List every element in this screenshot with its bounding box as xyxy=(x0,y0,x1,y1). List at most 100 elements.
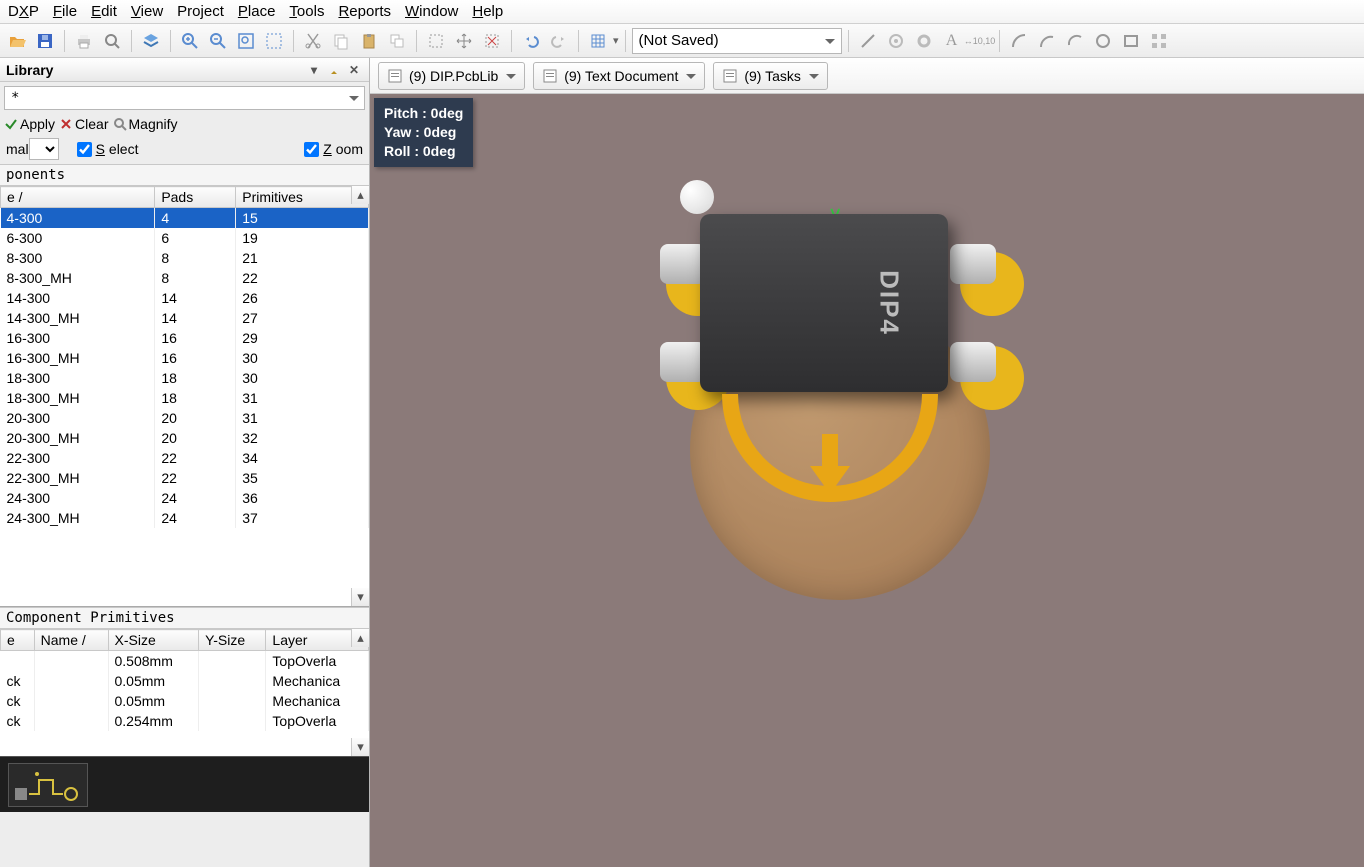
arc1-icon[interactable] xyxy=(1006,28,1032,54)
footprint-thumbnail[interactable] xyxy=(8,763,88,807)
prim-scroll-down-icon[interactable]: ▾ xyxy=(351,738,369,756)
undo-icon[interactable] xyxy=(518,28,544,54)
table-row[interactable]: 0.508mmTopOverla xyxy=(1,651,369,672)
table-row[interactable]: ck0.254mmTopOverla xyxy=(1,711,369,731)
copy-icon[interactable] xyxy=(328,28,354,54)
paste-icon[interactable] xyxy=(356,28,382,54)
chip-body[interactable]: DIP4 xyxy=(700,214,948,392)
rect-tool-icon[interactable] xyxy=(1118,28,1144,54)
panel-dropdown-icon[interactable]: ▾ xyxy=(305,61,323,79)
3d-canvas[interactable]: Pitch : 0deg Yaw : 0deg Roll : 0deg ˅ DI… xyxy=(370,94,1364,867)
layers-icon[interactable] xyxy=(138,28,164,54)
table-row[interactable]: 22-300_MH2235 xyxy=(1,468,369,488)
print-icon[interactable] xyxy=(71,28,97,54)
deselect-icon[interactable] xyxy=(479,28,505,54)
table-row[interactable]: 14-3001426 xyxy=(1,288,369,308)
move-icon[interactable] xyxy=(451,28,477,54)
clear-button[interactable]: Clear xyxy=(59,116,108,132)
document-tab-label: (9) DIP.PcbLib xyxy=(409,68,498,84)
mode-select[interactable] xyxy=(29,138,59,160)
column-header[interactable]: Y-Size xyxy=(199,630,266,651)
text-tool-icon[interactable]: A xyxy=(939,28,965,54)
apply-label: Apply xyxy=(20,116,55,132)
magnify-button[interactable]: Magnify xyxy=(113,116,178,132)
panel-close-icon[interactable]: ✕ xyxy=(345,61,363,79)
chip-leg xyxy=(950,244,996,284)
options-row: mal Select Zoom xyxy=(0,134,369,164)
open-icon[interactable] xyxy=(4,28,30,54)
apply-button[interactable]: Apply xyxy=(4,116,55,132)
menu-view[interactable]: View xyxy=(131,3,163,20)
column-header[interactable]: Name / xyxy=(34,630,108,651)
scroll-down-icon[interactable]: ▾ xyxy=(351,588,369,606)
table-row[interactable]: 8-300_MH822 xyxy=(1,268,369,288)
table-row[interactable]: 24-300_MH2437 xyxy=(1,508,369,528)
text-icon xyxy=(542,68,558,84)
table-row[interactable]: 16-3001629 xyxy=(1,328,369,348)
menu-project[interactable]: Project xyxy=(177,3,224,20)
menu-window[interactable]: Window xyxy=(405,3,458,20)
cut-icon[interactable] xyxy=(300,28,326,54)
mask-input[interactable] xyxy=(4,86,365,110)
via-tool-icon[interactable] xyxy=(911,28,937,54)
column-header[interactable]: Primitives xyxy=(236,187,369,208)
duplicate-icon[interactable] xyxy=(384,28,410,54)
zoom-checkbox[interactable]: Zoom xyxy=(304,141,363,157)
table-row[interactable]: 20-3002031 xyxy=(1,408,369,428)
redo-icon[interactable] xyxy=(546,28,572,54)
table-row[interactable]: 14-300_MH1427 xyxy=(1,308,369,328)
menu-reports[interactable]: Reports xyxy=(338,3,391,20)
magnify-label: Magnify xyxy=(129,116,178,132)
column-header[interactable]: e xyxy=(1,630,35,651)
column-header[interactable]: Pads xyxy=(155,187,236,208)
table-row[interactable]: 8-300821 xyxy=(1,248,369,268)
zoom-in-icon[interactable] xyxy=(177,28,203,54)
select-checkbox[interactable]: Select xyxy=(77,141,139,157)
preview-icon[interactable] xyxy=(99,28,125,54)
table-row[interactable]: 24-3002436 xyxy=(1,488,369,508)
circle-tool-icon[interactable] xyxy=(1090,28,1116,54)
select-rect-icon[interactable] xyxy=(423,28,449,54)
pad-tool-icon[interactable] xyxy=(883,28,909,54)
document-tab[interactable]: (9) Text Document xyxy=(533,62,705,90)
column-header[interactable]: e / xyxy=(1,187,155,208)
save-icon[interactable] xyxy=(32,28,58,54)
table-row[interactable]: 20-300_MH2032 xyxy=(1,428,369,448)
zoom-fit-icon[interactable] xyxy=(233,28,259,54)
table-row[interactable]: 22-3002234 xyxy=(1,448,369,468)
menu-tools[interactable]: Tools xyxy=(289,3,324,20)
arc3-icon[interactable] xyxy=(1062,28,1088,54)
prim-scroll-up-icon[interactable]: ▴ xyxy=(351,629,369,647)
grid-icon[interactable] xyxy=(585,28,611,54)
scroll-up-icon[interactable]: ▴ xyxy=(351,186,369,204)
arc2-icon[interactable] xyxy=(1034,28,1060,54)
table-row[interactable]: 18-300_MH1831 xyxy=(1,388,369,408)
document-tab[interactable]: (9) DIP.PcbLib xyxy=(378,62,525,90)
manipulator-ball-icon[interactable] xyxy=(680,180,714,214)
column-header[interactable]: X-Size xyxy=(108,630,199,651)
document-tab[interactable]: (9) Tasks xyxy=(713,62,828,90)
table-row[interactable]: 18-3001830 xyxy=(1,368,369,388)
menu-file[interactable]: File xyxy=(53,3,77,20)
saved-state-combo[interactable]: (Not Saved) xyxy=(632,28,842,54)
menu-edit[interactable]: Edit xyxy=(91,3,117,20)
table-row[interactable]: 6-300619 xyxy=(1,228,369,248)
table-row[interactable]: ck0.05mmMechanica xyxy=(1,691,369,711)
menu-bar[interactable]: DXP File Edit View Project Place Tools R… xyxy=(0,0,1364,24)
clear-label: Clear xyxy=(75,116,108,132)
zoom-select-icon[interactable] xyxy=(261,28,287,54)
table-row[interactable]: 4-300415 xyxy=(1,208,369,229)
menu-dxp[interactable]: DXP xyxy=(8,3,39,20)
dimension-tool-icon[interactable]: ↔10,10 xyxy=(967,28,993,54)
menu-help[interactable]: Help xyxy=(472,3,503,20)
zoom-out-icon[interactable] xyxy=(205,28,231,54)
primitives-table[interactable]: eName /X-SizeY-SizeLayer 0.508mmTopOverl… xyxy=(0,629,369,731)
menu-place[interactable]: Place xyxy=(238,3,276,20)
components-table[interactable]: e /PadsPrimitives 4-3004156-3006198-3008… xyxy=(0,186,369,528)
panel-pin-icon[interactable] xyxy=(325,61,343,79)
table-row[interactable]: 16-300_MH1630 xyxy=(1,348,369,368)
line-tool-icon[interactable] xyxy=(855,28,881,54)
filter-buttonrow: Apply Clear Magnify xyxy=(0,114,369,134)
table-row[interactable]: ck0.05mmMechanica xyxy=(1,671,369,691)
array-tool-icon[interactable] xyxy=(1146,28,1172,54)
